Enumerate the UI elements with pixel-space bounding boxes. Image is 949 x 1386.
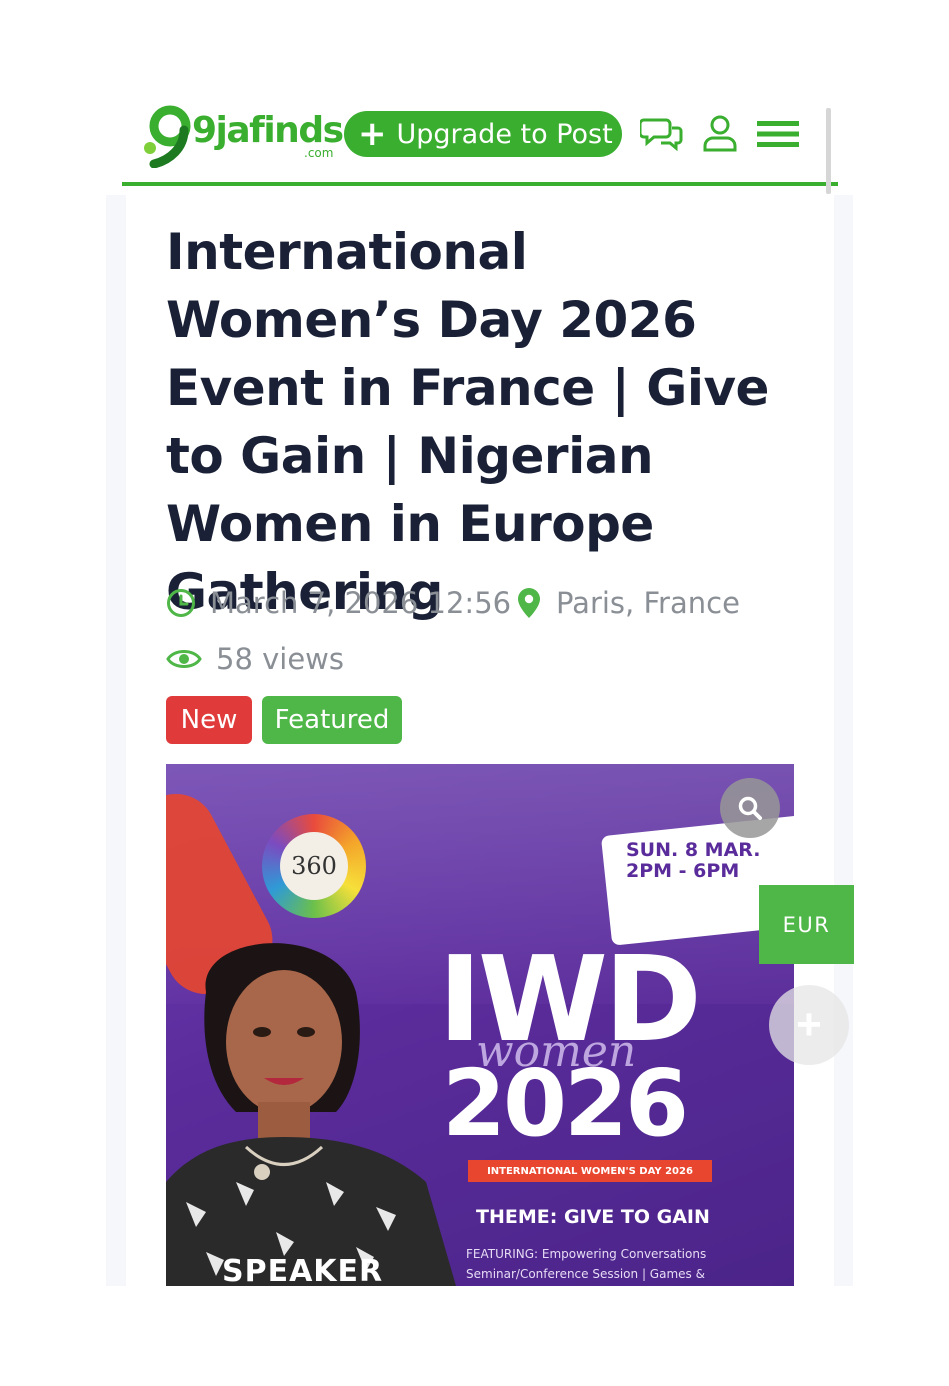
poster-date-line1: SUN. 8 MAR. xyxy=(626,839,761,861)
poster-featuring: FEATURING: Empowering Conversations Semi… xyxy=(466,1244,766,1284)
poster-year: 2026 xyxy=(442,1050,689,1157)
menu-icon[interactable] xyxy=(756,112,800,156)
poster-date: SUN. 8 MAR. 2PM - 6PM xyxy=(626,840,761,882)
poster-speaker-label: SPEAKER xyxy=(222,1254,384,1286)
site-header: 9jafinds .com + Upgrade to Post xyxy=(122,98,838,188)
featured-badge: Featured xyxy=(262,696,402,744)
eye-icon xyxy=(166,650,202,668)
poster-featuring-line2: Seminar/Conference Session | Games & xyxy=(466,1267,705,1281)
upgrade-label: Upgrade to Post xyxy=(396,118,613,150)
poster-date-line2: 2PM - 6PM xyxy=(626,860,740,882)
views-text: 58 views xyxy=(216,642,345,676)
listing-image[interactable]: SUN. 8 MAR. 2PM - 6PM 360 IWD women 2026… xyxy=(166,764,794,1286)
listing-title: International Women’s Day 2026 Event in … xyxy=(166,223,769,621)
listing-location: Paris, France xyxy=(516,586,740,620)
location-pin-icon xyxy=(518,588,540,618)
listing-datetime: March 7, 2026 12:56 xyxy=(166,586,511,620)
site-logo[interactable]: 9jafinds .com xyxy=(140,102,344,168)
scrollbar[interactable] xyxy=(826,108,831,194)
clock-icon xyxy=(167,589,195,617)
location-text: Paris, France xyxy=(556,586,740,620)
user-icon[interactable] xyxy=(698,112,742,156)
new-badge: New xyxy=(166,696,252,744)
poster-iwd-bar: INTERNATIONAL WOMEN'S DAY 2026 xyxy=(468,1160,712,1182)
floating-add-button[interactable]: + xyxy=(769,985,849,1065)
datetime-text: March 7, 2026 12:56 xyxy=(210,586,512,620)
currency-button[interactable]: EUR xyxy=(759,885,854,964)
poster-theme: THEME: GIVE TO GAIN xyxy=(476,1206,710,1228)
poster-featuring-line1: FEATURING: Empowering Conversations xyxy=(466,1247,707,1261)
header-divider xyxy=(122,182,838,186)
poster-logo: 360 xyxy=(280,832,348,900)
zoom-image-button[interactable] xyxy=(720,778,780,838)
logo-text: 9jafinds xyxy=(192,110,344,151)
logo-mark-icon xyxy=(144,105,191,168)
chat-icon[interactable] xyxy=(640,112,684,156)
plus-icon: + xyxy=(358,114,387,154)
search-icon xyxy=(738,796,762,820)
speaker-portrait xyxy=(166,943,456,1286)
upgrade-to-post-button[interactable]: + Upgrade to Post xyxy=(344,111,622,157)
logo-domain: .com xyxy=(304,146,334,160)
listing-views: 58 views xyxy=(166,642,344,676)
